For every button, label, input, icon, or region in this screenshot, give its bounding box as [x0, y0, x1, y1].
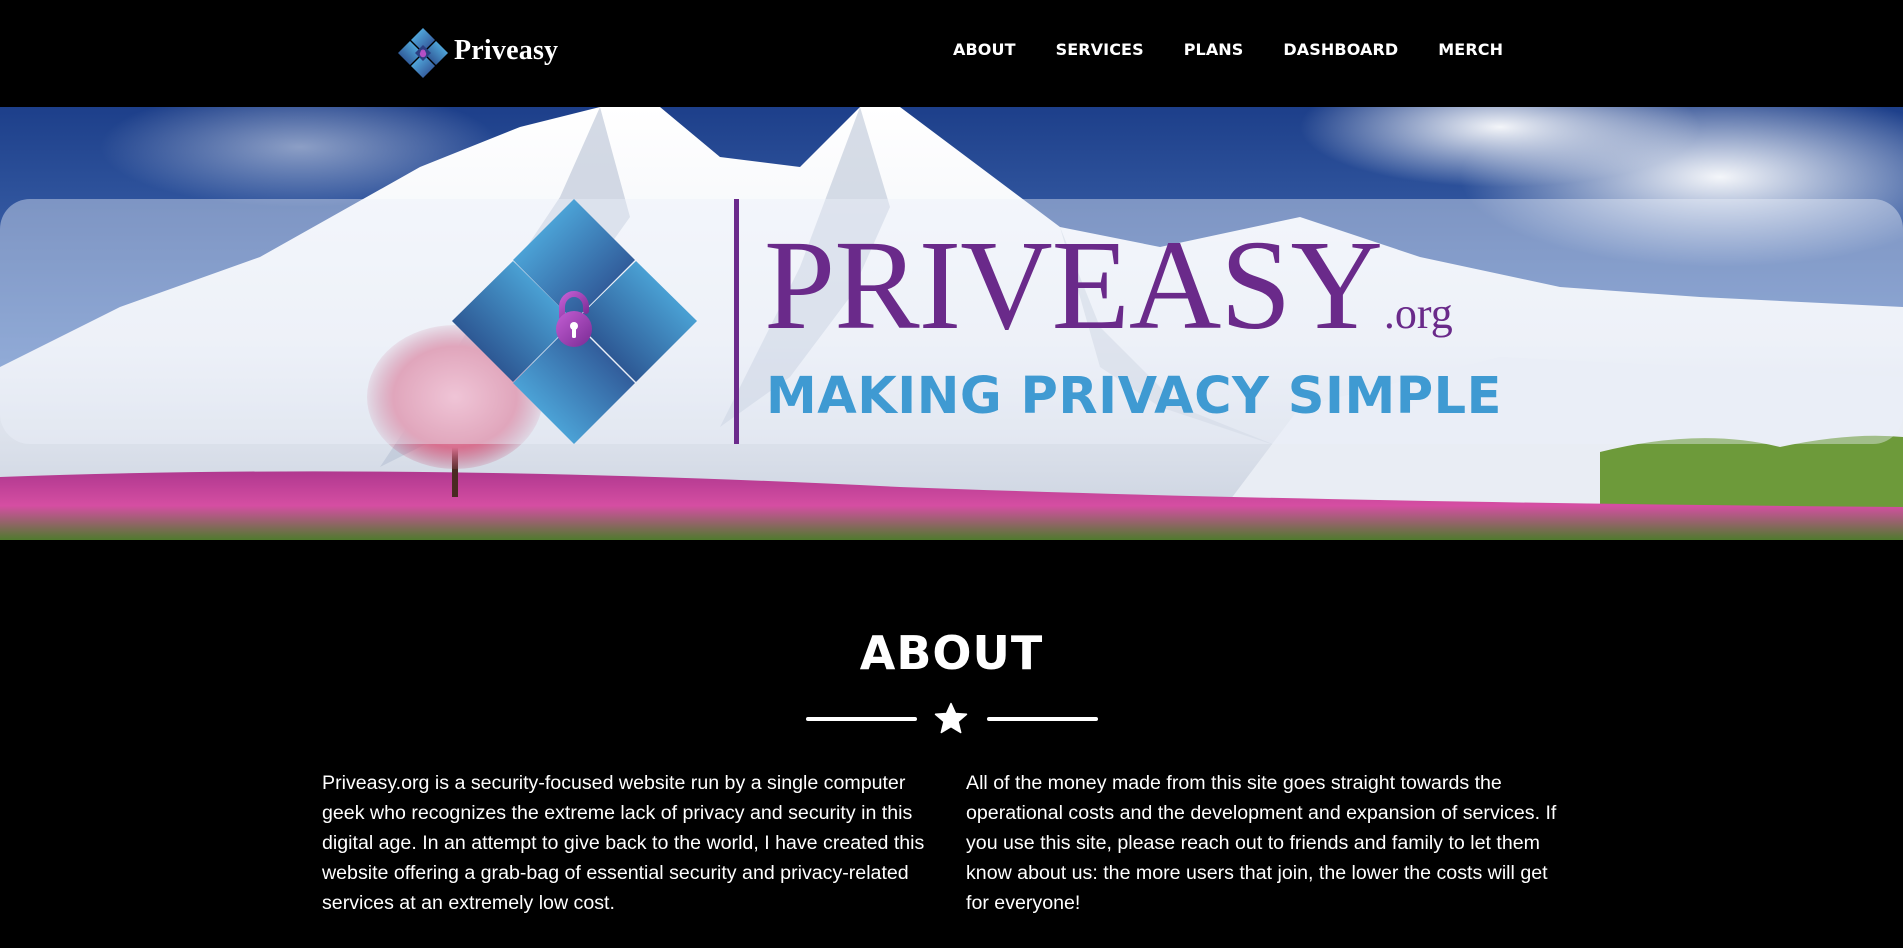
nav-link-plans[interactable]: PLANS — [1184, 40, 1244, 59]
nav-link-dashboard[interactable]: DASHBOARD — [1283, 40, 1398, 59]
priveasy-diamond-lock-icon — [398, 28, 448, 78]
hero-wordmark: PRIVEASY.org — [764, 221, 1453, 349]
divider-line-left — [806, 717, 917, 721]
nav-link-merch[interactable]: MERCH — [1438, 40, 1503, 59]
hero-divider — [734, 199, 739, 444]
star-icon — [934, 702, 968, 734]
divider-line-right — [987, 717, 1098, 721]
hero-wordmark-main: PRIVEASY — [764, 214, 1383, 356]
hero-wordmark-suffix: .org — [1383, 289, 1453, 338]
about-paragraph-right: All of the money made from this site goe… — [966, 772, 1557, 914]
about-heading: ABOUT — [859, 626, 1044, 680]
brand-home-link[interactable]: Priveasy — [397, 27, 558, 79]
nav-link-about[interactable]: ABOUT — [953, 40, 1016, 59]
priveasy-diamond-lock-icon — [452, 199, 697, 444]
about-paragraph-left: Priveasy.org is a security-focused websi… — [322, 772, 925, 914]
hero-tagline: MAKING PRIVACY SIMPLE — [766, 367, 1502, 426]
main-nav: ABOUT SERVICES PLANS DASHBOARD MERCH — [953, 40, 1503, 59]
navbar: Priveasy ABOUT SERVICES PLANS DASHBOARD … — [0, 0, 1903, 107]
brand-name: Priveasy — [454, 35, 559, 66]
hero-banner: PRIVEASY.org MAKING PRIVACY SIMPLE — [0, 107, 1903, 540]
nav-link-services[interactable]: SERVICES — [1056, 40, 1144, 59]
